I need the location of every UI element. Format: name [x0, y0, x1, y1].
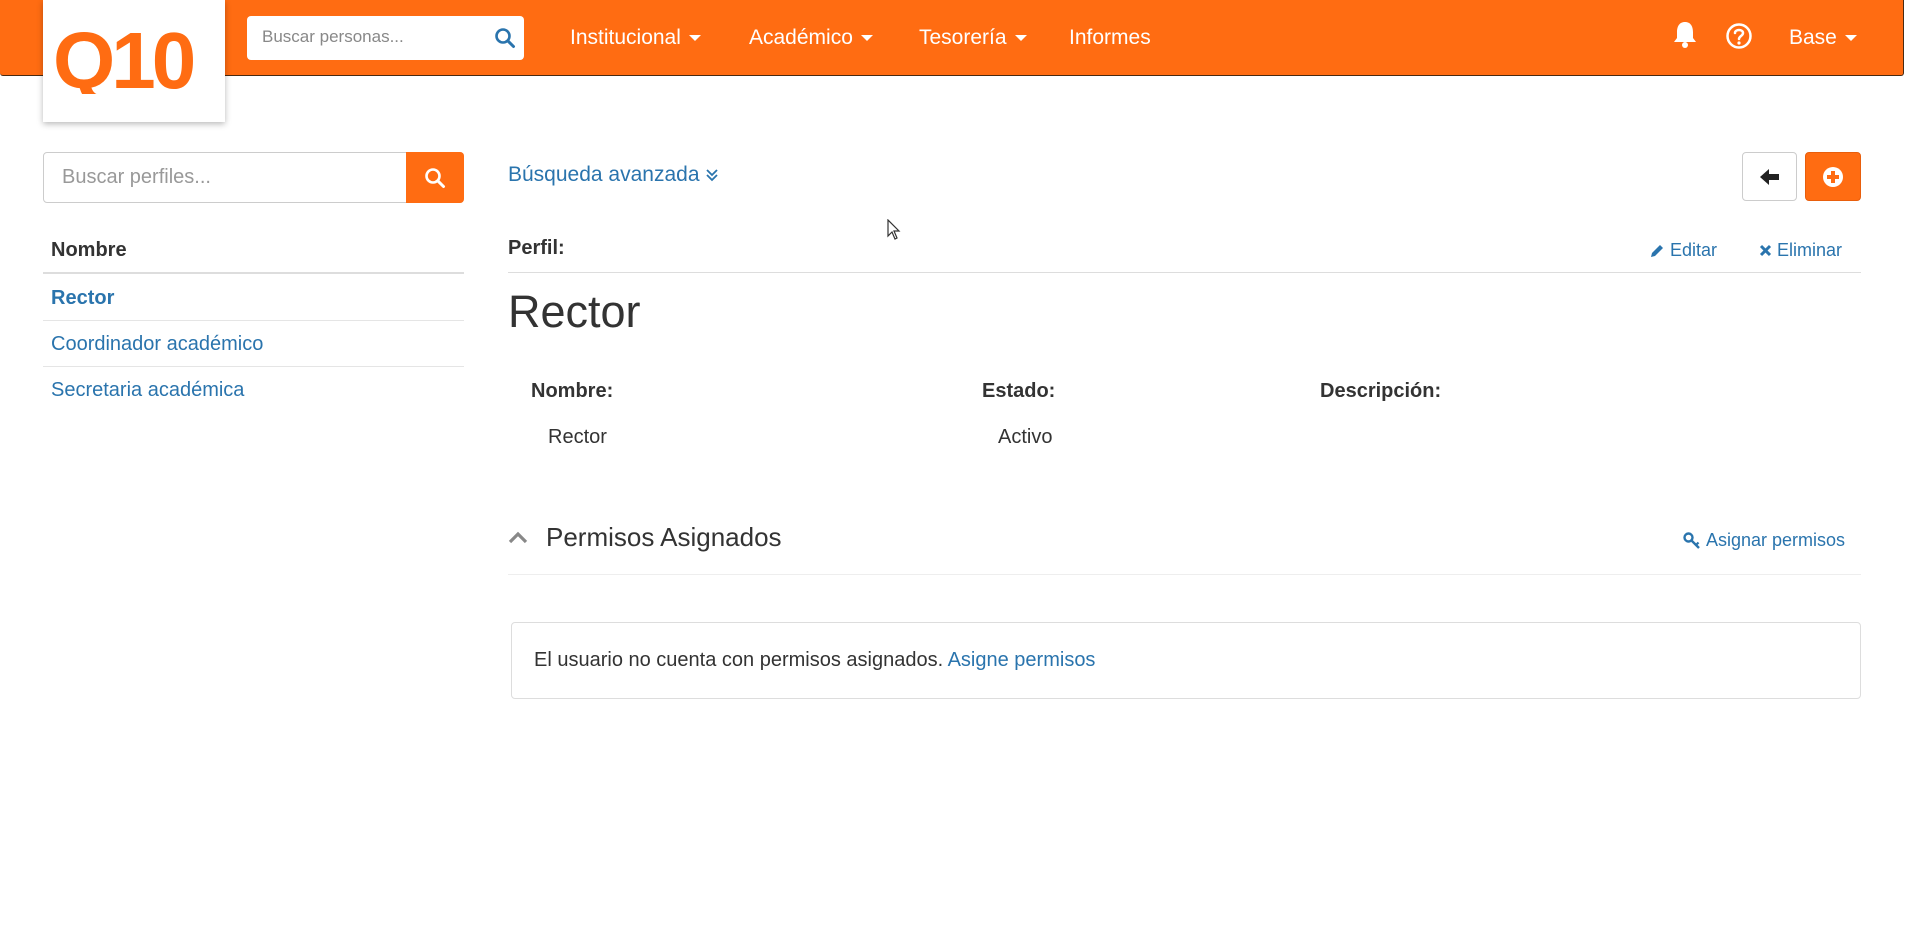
field-value-estado: Activo [998, 426, 1053, 448]
delete-link[interactable]: Eliminar [1759, 240, 1842, 261]
assign-permissions-label: Asignar permisos [1706, 530, 1846, 550]
user-menu-label: Base [1789, 26, 1837, 49]
assign-permissions-link[interactable]: Asignar permisos [1683, 530, 1845, 551]
nav-institucional-label: Institucional [570, 26, 681, 49]
user-menu[interactable]: Base [1789, 0, 1857, 76]
chevron-up-icon[interactable] [508, 530, 528, 549]
profile-search-button[interactable] [406, 152, 464, 203]
advanced-search-label: Búsqueda avanzada [508, 163, 700, 186]
nav-informes[interactable]: Informes [1069, 0, 1151, 76]
assign-permissions-inline-link[interactable]: Asigne permisos [948, 649, 1096, 671]
nav-institucional[interactable]: Institucional [570, 0, 701, 76]
caret-down-icon [1014, 35, 1027, 41]
edit-link[interactable]: Editar [1650, 240, 1717, 261]
q10-logo-icon: Q10 [53, 22, 198, 94]
permissions-section-title: Permisos Asignados [546, 522, 782, 552]
mouse-cursor-icon [887, 218, 901, 246]
field-label-nombre: Nombre: [531, 380, 614, 402]
times-icon [1759, 244, 1772, 257]
profile-list-item-coordinador[interactable]: Coordinador académico [43, 321, 464, 367]
nav-academico[interactable]: Académico [749, 0, 873, 76]
add-profile-button[interactable] [1805, 152, 1861, 201]
advanced-search-link[interactable]: Búsqueda avanzada [508, 163, 719, 187]
field-value-nombre: Rector [548, 426, 607, 448]
nav-informes-label: Informes [1069, 26, 1151, 49]
pencil-icon [1651, 245, 1663, 257]
back-button[interactable] [1742, 152, 1797, 201]
nav-tesoreria-label: Tesorería [919, 26, 1007, 49]
search-icon [425, 167, 445, 188]
key-icon [1683, 531, 1700, 549]
profile-search-input[interactable] [44, 153, 402, 202]
perfil-label: Perfil: [508, 237, 565, 259]
page-title: Rector [508, 286, 641, 337]
caret-down-icon [688, 35, 701, 41]
nav-academico-label: Académico [749, 26, 853, 49]
search-icon[interactable] [494, 27, 516, 54]
empty-permissions-alert: El usuario no cuenta con permisos asigna… [511, 622, 1861, 699]
profile-list-header[interactable]: Nombre [43, 235, 464, 274]
caret-down-icon [860, 35, 873, 41]
plus-circle-icon [1823, 166, 1843, 187]
empty-permissions-message: El usuario no cuenta con permisos asigna… [534, 649, 944, 671]
question-circle-icon[interactable] [1725, 22, 1753, 55]
top-navbar: Institucional Académico Tesorería Inform… [0, 0, 1904, 76]
logo[interactable]: Q10 [43, 0, 225, 122]
arrow-left-icon [1759, 168, 1779, 185]
person-search-box [247, 16, 524, 60]
field-label-descripcion: Descripción: [1320, 380, 1442, 402]
profile-list-item-secretaria[interactable]: Secretaria académica [43, 367, 464, 413]
edit-label: Editar [1670, 240, 1718, 260]
bell-icon[interactable] [1673, 20, 1697, 55]
profile-search-box [43, 152, 464, 203]
field-label-estado: Estado: [982, 380, 1056, 402]
divider [508, 272, 1861, 273]
profile-list-item-rector[interactable]: Rector [43, 275, 464, 321]
delete-label: Eliminar [1777, 240, 1843, 260]
nav-tesoreria[interactable]: Tesorería [919, 0, 1027, 76]
person-search-input[interactable] [247, 16, 492, 58]
double-chevron-down-icon [706, 169, 718, 182]
svg-text:Q10: Q10 [53, 22, 194, 94]
divider [508, 574, 1861, 575]
caret-down-icon [1844, 35, 1857, 41]
